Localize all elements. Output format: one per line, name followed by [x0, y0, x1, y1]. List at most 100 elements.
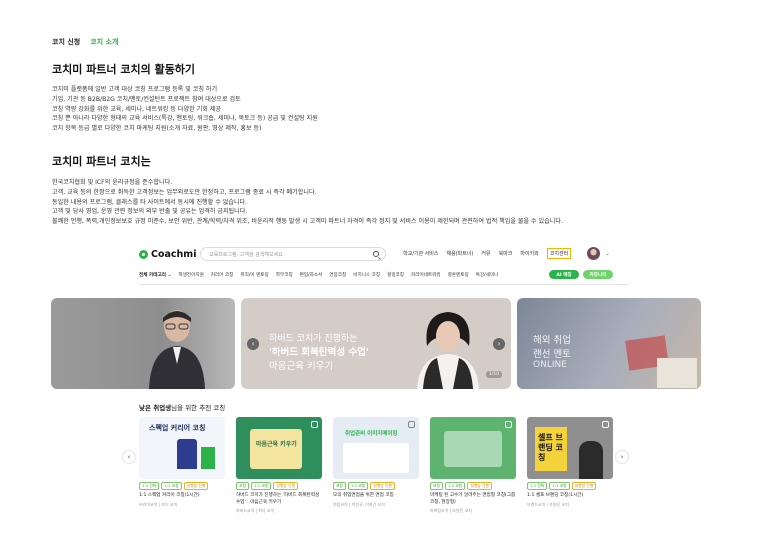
card-title: 1:1 셀프 브랜딩 코칭(1시간) — [527, 493, 584, 498]
tag: 1:1 전화 — [139, 482, 160, 490]
banner-main[interactable]: 하버드 코치가 진행하는 '하버드 회복탄력성 수업' 마음근육 키우기 1/1… — [241, 298, 511, 389]
category-item[interactable]: 결혼멘토링 — [448, 272, 469, 278]
tag: 1:1 코칭 — [348, 482, 369, 490]
top-nav: 학교/기관 서비스 채용(파트너) 커뮤 북마크 마이키와 코치센터 — [403, 248, 572, 259]
rule-line: 불쾌한 언행, 폭력,개인정보보호 규정 미준수, 보안 위반, 관계/학력/자… — [52, 218, 563, 226]
bookmark-icon[interactable] — [408, 421, 415, 428]
search-icon[interactable] — [373, 251, 379, 257]
course-card[interactable]: 코칭 1:1 코칭 실행방 진행 마케팅 된 고수가 알려주는 면접형 코칭(그… — [430, 417, 516, 514]
tag: 실행방 진행 — [273, 482, 298, 490]
cards-prev-button[interactable]: ‹ — [123, 451, 135, 463]
activity-line: 기업, 기관 등 B2B/B2G 코치/멘토/컨설턴트 프로젝트 참여 대상으로… — [52, 95, 241, 103]
coach-photo — [149, 310, 205, 389]
laptop-image — [657, 358, 697, 388]
category-item[interactable]: 특강/세미나 — [476, 272, 499, 278]
tab-coach-intro[interactable]: 코치 소개 — [90, 37, 118, 47]
bookmark-icon[interactable] — [505, 421, 512, 428]
rule-line: 한국코치협회 및 ICF의 윤리규정을 준수합니다. — [52, 179, 173, 186]
avatar[interactable] — [587, 247, 600, 260]
rules-list: 한국코치협회 및 ICF의 윤리규정을 준수합니다. 고객, 교육 등의 한정으… — [52, 178, 563, 227]
course-card[interactable]: 마음근육 키우기 코칭 1:1 코칭 실행방 진행 하버드 코치가 진행하는 '… — [236, 417, 322, 514]
nav-item-school[interactable]: 학교/기관 서비스 — [403, 250, 438, 259]
tag: 1:1 코칭 — [161, 482, 182, 490]
activities-list: 코치미 플랫폼에 일반 고객 대상 코칭 프로그램 등록 및 코칭 하기 기업,… — [52, 85, 318, 134]
banner-left[interactable] — [51, 298, 235, 389]
site-header: Coachmi 교육프로그램, 고객을 검색해보세요 학교/기관 서비스 채용(… — [139, 246, 629, 262]
card-tags: 코칭 1:1 코칭 실행방 진행 — [333, 482, 419, 490]
card-title: 1:1 스펙업 커리어 코칭(1시간) — [139, 493, 200, 498]
tag: 코칭 — [236, 482, 249, 490]
thumb-image — [444, 431, 502, 467]
course-card[interactable]: 셀프 브랜딩 코칭 1:1 전화 1:1 코칭 실행방 진행 1:1 셀프 브랜… — [527, 417, 613, 508]
category-item[interactable]: 편입/자소서 — [300, 272, 323, 278]
category-item[interactable]: 학부코칭 — [276, 272, 293, 278]
category-item[interactable]: 커리어네트워킹 — [411, 272, 441, 278]
cards-next-button[interactable]: › — [616, 451, 628, 463]
book-image — [250, 429, 302, 469]
card-thumbnail: 취업준비 이미지메이킹 — [333, 417, 419, 479]
coach-photo — [417, 312, 479, 389]
card-title: 하버드 코치가 진행하는 '하버드 회복탄력성 수업' : 마음근육 키우기 — [236, 493, 320, 505]
tag: 실행방 진행 — [370, 482, 395, 490]
bookmark-icon[interactable] — [602, 421, 609, 428]
banner-next-button[interactable]: › — [493, 338, 505, 350]
section-title-activities: 코치미 파트너 코치의 활동하기 — [52, 63, 196, 76]
category-item[interactable]: 취직/이 멘토링 — [240, 272, 268, 278]
tag: 1:1 코칭 — [251, 482, 272, 490]
activity-line: 코치미 플랫폼에 일반 고객 대상 코칭 프로그램 등록 및 코칭 하기 — [52, 86, 218, 93]
banner-right[interactable]: 해외 취업 랜선 멘토 ONLINE — [517, 298, 701, 389]
banner-line: ONLINE — [533, 360, 567, 370]
bookmark-icon[interactable] — [311, 421, 318, 428]
category-item[interactable]: 비지니스 코칭 — [353, 272, 380, 278]
category-item[interactable]: 힐링코칭 — [387, 272, 404, 278]
category-all-label: 전체 카테고리 — [139, 273, 166, 278]
category-bar: 전체 카테고리 ⌄ 학생전이지원 커리어 코칭 취직/이 멘토링 학부코칭 편입… — [139, 270, 498, 280]
rule-line: 동일한 내용의 프로그램, 클래스를 타 사이트에서 동시에 진행할 수 없습니… — [52, 198, 248, 206]
tag: 실행방 진행 — [571, 482, 597, 490]
section-title-rules: 코치미 파트너 코치는 — [52, 155, 151, 168]
chart-image — [201, 447, 215, 469]
category-item[interactable]: 연봉코칭 — [329, 272, 346, 278]
course-card[interactable]: 스펙업 커리어 코칭 1:1 전화 1:1 코칭 실행방 진행 1:1 스펙업 … — [139, 417, 225, 508]
nav-item-my[interactable]: 마이키와 — [520, 250, 538, 259]
recommend-title: 낯은 취업생님을 위한 추천 코칭 — [139, 402, 225, 412]
thumb-text: 셀프 브랜딩 코칭 — [538, 433, 563, 462]
category-all[interactable]: 전체 카테고리 ⌄ — [139, 272, 171, 278]
nav-item-hiring[interactable]: 채용(파트너) — [446, 250, 473, 259]
ai-matching-button[interactable]: AI 매칭 — [549, 270, 579, 279]
course-card[interactable]: 취업준비 이미지메이킹 코칭 1:1 코칭 실행방 진행 모의 취업면접을 위한… — [333, 417, 419, 508]
community-button[interactable]: 커뮤니티 — [583, 270, 613, 279]
card-thumbnail — [430, 417, 516, 479]
activity-line: 코치 항목 등급 별로 다양한 코치 마케팅 지원(소개 자료, 원판, 영상 … — [52, 125, 262, 133]
rule-line: 고객 및 당사 영업, 운영 관련 정보의 외부 반출 및 공유는 엄격히 금지… — [52, 208, 248, 216]
site-search-input[interactable]: 교육프로그램, 고객을 검색해보세요 — [200, 247, 386, 261]
banner-prev-button[interactable]: ‹ — [247, 338, 259, 350]
coach-photo — [177, 439, 197, 469]
card-title: 마케팅 된 고수가 알려주는 면접형 코칭(그룹 코칭, 현장형) — [430, 493, 516, 505]
thumb-text: 마음근육 키우기 — [256, 441, 297, 448]
search-placeholder: 교육프로그램, 고객을 검색해보세요 — [209, 251, 283, 258]
nav-item-coach-center[interactable]: 코치센터 — [546, 248, 572, 259]
category-item[interactable]: 커리어 코칭 — [211, 272, 234, 278]
tag: 1:1 코칭 — [445, 482, 466, 490]
banner-line: 마음근육 키우기 — [269, 361, 334, 372]
tag: 실행방 진행 — [467, 482, 492, 490]
tag: 1:1 코칭 — [549, 482, 570, 490]
nav-item-bookmark[interactable]: 북마크 — [499, 250, 513, 259]
banner-headline: '하버드 회복탄력성 수업' — [269, 347, 369, 358]
thumb-text: 스펙업 커리어 코칭 — [149, 424, 206, 432]
card-tags: 1:1 전화 1:1 코칭 실행방 진행 — [527, 482, 613, 490]
card-thumbnail: 스펙업 커리어 코칭 — [139, 417, 225, 479]
card-meta: 마케팅코치 | 조원진 코치 — [430, 508, 472, 513]
card-tags: 코칭 1:1 코칭 실행방 진행 — [236, 482, 322, 490]
category-item[interactable]: 학생전이지원 — [178, 272, 203, 278]
page-tabs: 코치 신청 코치 소개 — [52, 37, 118, 47]
site-logo[interactable]: Coachmi — [139, 249, 196, 260]
tag: 1:1 전화 — [527, 482, 548, 490]
nav-item-community[interactable]: 커뮤 — [481, 250, 490, 259]
tag: 코칭 — [333, 482, 346, 490]
chevron-down-icon[interactable]: ⌄ — [605, 250, 610, 257]
card-thumbnail: 셀프 브랜딩 코칭 — [527, 417, 613, 479]
recommend-title-rest: 님을 위한 추천 코칭 — [171, 404, 226, 412]
tab-coach-apply[interactable]: 코치 신청 — [52, 37, 80, 47]
